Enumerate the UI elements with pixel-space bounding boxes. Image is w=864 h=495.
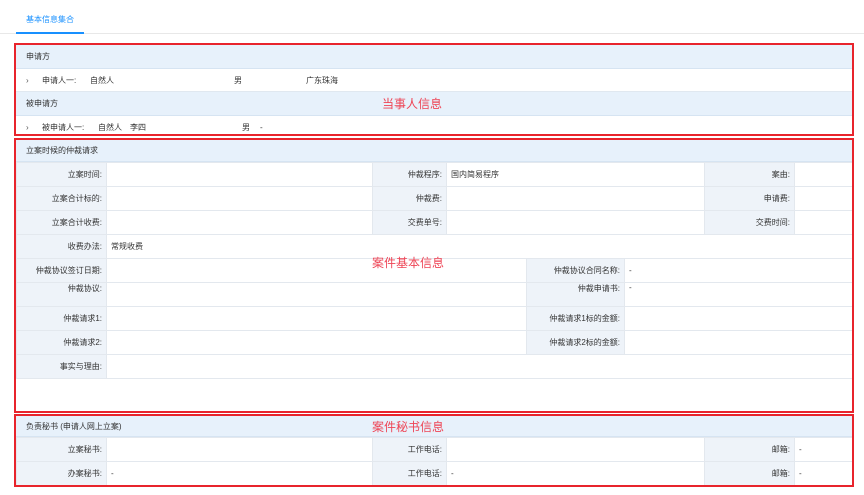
agreement-date-label: 仲裁协议签订日期: (16, 258, 107, 283)
table-row: 仲裁请求2: 仲裁请求2标的金额: (16, 330, 852, 355)
payment-time-value (794, 210, 852, 235)
respondent-type: 自然人 (98, 123, 122, 132)
table-row: 办案秘书: - 工作电话: - 邮箱: - (16, 461, 852, 485)
email2-value: - (794, 461, 852, 485)
party-info-panel: 申请方 › 申请人一: 自然人 男 广东珠海 被申请方 › 被申请人一: 自然人… (14, 43, 854, 136)
agreement-label: 仲裁协议: (16, 282, 107, 307)
cause-value (794, 162, 852, 187)
request1-amount-label: 仲裁请求1标的金额: (526, 306, 625, 331)
respondent-row[interactable]: › 被申请人一: 自然人 李四 男 - (16, 116, 852, 139)
request1-amount-value (624, 306, 852, 331)
total-fee-label: 立案合计收费: (16, 210, 107, 235)
table-row: 立案秘书: 工作电话: 邮箱: - (16, 437, 852, 462)
request2-amount-value (624, 330, 852, 355)
table-row: 立案时间: 仲裁程序: 国内简易程序 案由: (16, 162, 852, 187)
table-row: 事实与理由: (16, 354, 852, 379)
filing-time-label: 立案时间: (16, 162, 107, 187)
handling-secretary-value: - (106, 461, 373, 485)
work-phone-value (446, 437, 705, 462)
case-section-header: 立案时候的仲裁请求 (16, 140, 852, 162)
email-value: - (794, 437, 852, 462)
filing-secretary-label: 立案秘书: (16, 437, 107, 462)
agreement-contract-value: - (624, 258, 852, 283)
work-phone2-label: 工作电话: (372, 461, 447, 485)
handling-secretary-label: 办案秘书: (16, 461, 107, 485)
applicant-gender: 男 (234, 76, 242, 85)
respondent-extra: - (260, 123, 263, 132)
chevron-right-icon[interactable]: › (26, 116, 38, 139)
table-row: 仲裁请求1: 仲裁请求1标的金额: (16, 306, 852, 331)
total-fee-value (106, 210, 373, 235)
work-phone2-value: - (446, 461, 705, 485)
secretary-info-table: 立案秘书: 工作电话: 邮箱: - 办案秘书: - 工作电话: - 邮箱: - (16, 437, 852, 485)
respondent-name: 李四 (130, 123, 146, 132)
facts-label: 事实与理由: (16, 354, 107, 379)
request2-label: 仲裁请求2: (16, 330, 107, 355)
table-row: 立案合计标的: 仲裁费: 申请费: (16, 186, 852, 211)
subject-amount-label: 立案合计标的: (16, 186, 107, 211)
facts-value (106, 354, 852, 379)
subject-amount-value (106, 186, 373, 211)
request2-value (106, 330, 527, 355)
payment-time-label: 交费时间: (704, 210, 795, 235)
table-row: 仲裁协议: 仲裁申请书: - (16, 282, 852, 307)
fee-method-label: 收费办法: (16, 234, 107, 259)
case-info-panel: 立案时候的仲裁请求 立案时间: 仲裁程序: 国内简易程序 案由: 立案合计标的:… (14, 138, 854, 413)
payment-no-value (446, 210, 705, 235)
payment-no-label: 交费单号: (372, 210, 447, 235)
fee-method-value: 常规收费 (106, 234, 852, 259)
agreement-contract-label: 仲裁协议合同名称: (526, 258, 625, 283)
party-info-annotation: 当事人信息 (382, 97, 443, 111)
request1-value (106, 306, 527, 331)
applicant-type: 自然人 (90, 76, 114, 85)
cause-label: 案由: (704, 162, 795, 187)
agreement-date-value (106, 258, 527, 283)
table-row: 立案合计收费: 交费单号: 交费时间: (16, 210, 852, 235)
tab-bar: 基本信息集合 (0, 0, 864, 34)
applicant-section-header: 申请方 (16, 45, 852, 69)
case-info-annotation: 案件基本信息 (372, 256, 445, 270)
agreement-value (106, 282, 527, 307)
respondent-gender: 男 (242, 123, 250, 132)
arb-procedure-label: 仲裁程序: (372, 162, 447, 187)
work-phone-label: 工作电话: (372, 437, 447, 462)
applicant-row[interactable]: › 申请人一: 自然人 男 广东珠海 (16, 69, 852, 92)
applicant-location: 广东珠海 (306, 76, 338, 85)
filing-time-value (106, 162, 373, 187)
arb-fee-label: 仲裁费: (372, 186, 447, 211)
applicant-label: 申请人一: (42, 76, 77, 85)
email2-label: 邮箱: (704, 461, 795, 485)
application-fee-value (794, 186, 852, 211)
email-label: 邮箱: (704, 437, 795, 462)
application-doc-label: 仲裁申请书: (526, 282, 625, 307)
request1-label: 仲裁请求1: (16, 306, 107, 331)
respondent-label: 被申请人一: (42, 123, 85, 132)
application-fee-label: 申请费: (704, 186, 795, 211)
secretary-info-panel: 负责秘书 (申请人网上立案) 立案秘书: 工作电话: 邮箱: - 办案秘书: -… (14, 414, 854, 487)
secretary-info-annotation: 案件秘书信息 (372, 420, 445, 434)
chevron-right-icon[interactable]: › (26, 69, 38, 92)
tab-basic-info[interactable]: 基本信息集合 (16, 13, 84, 34)
request2-amount-label: 仲裁请求2标的金额: (526, 330, 625, 355)
arb-procedure-value: 国内简易程序 (446, 162, 705, 187)
application-doc-value: - (624, 282, 852, 307)
filing-secretary-value (106, 437, 373, 462)
arb-fee-value (446, 186, 705, 211)
